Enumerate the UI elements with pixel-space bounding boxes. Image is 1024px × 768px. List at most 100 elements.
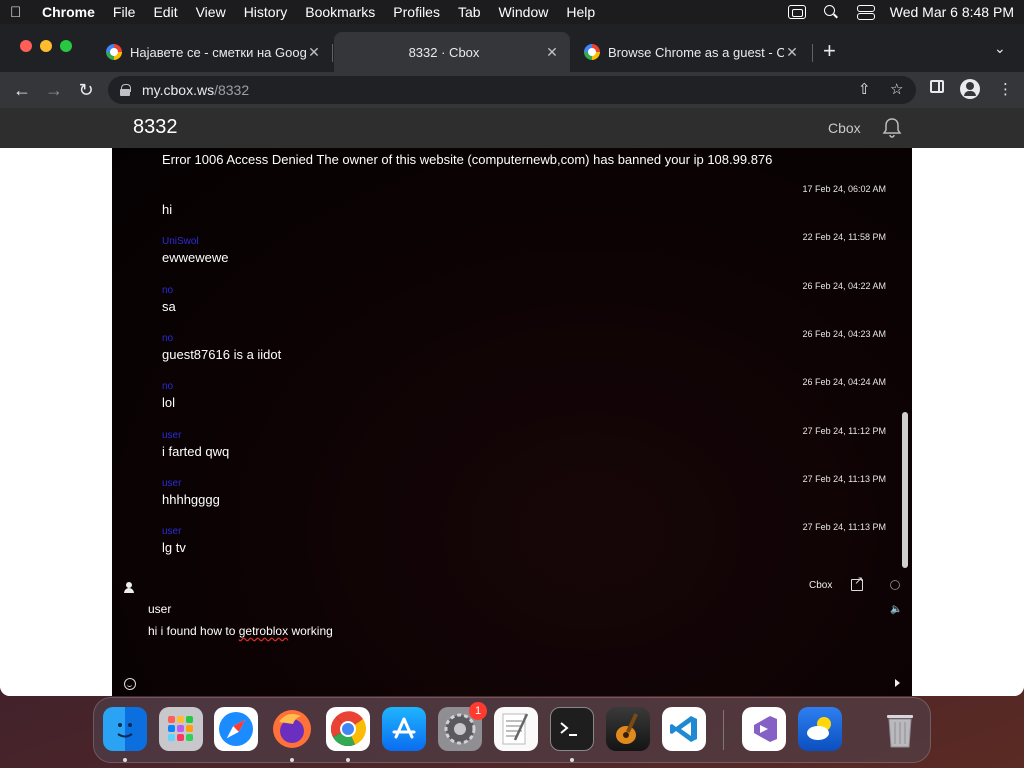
new-tab-button[interactable]: +	[823, 38, 836, 64]
lock-icon[interactable]	[120, 84, 131, 96]
cbox-footer-link[interactable]: Cbox	[809, 580, 832, 591]
bookmark-star-icon[interactable]: ☆	[890, 80, 903, 98]
tab-google-sign-in[interactable]: Најавете се - сметки на Goog ✕	[96, 32, 332, 72]
emoji-icon[interactable]	[124, 678, 136, 690]
list-item: no 26 Feb 24, 04:22 AM sa	[112, 281, 898, 329]
visual-studio-icon[interactable]	[742, 707, 786, 751]
compose-toolbar: Cbox	[112, 574, 912, 600]
finder-icon[interactable]	[103, 707, 147, 751]
vscode-icon[interactable]	[662, 707, 706, 751]
popout-external-icon[interactable]	[851, 574, 863, 591]
side-panel-icon[interactable]	[930, 80, 944, 97]
textedit-icon[interactable]	[494, 707, 538, 751]
close-window-button[interactable]	[20, 40, 32, 52]
notification-badge: 1	[469, 702, 487, 720]
trash-icon[interactable]	[878, 707, 922, 751]
macos-menu-bar:  Chrome File Edit View History Bookmark…	[0, 0, 1024, 24]
menu-bookmarks[interactable]: Bookmarks	[305, 4, 375, 20]
menu-app-name[interactable]: Chrome	[42, 4, 95, 20]
profile-avatar-icon[interactable]	[960, 79, 980, 103]
message-text: ewwewewe	[162, 250, 229, 265]
message-username[interactable]: no	[162, 333, 173, 344]
scrollbar-thumb[interactable]	[902, 412, 908, 568]
tab-close-icon[interactable]: ✕	[784, 44, 800, 61]
chrome-icon[interactable]	[326, 707, 370, 751]
menu-edit[interactable]: Edit	[153, 4, 177, 20]
message-text: i farted qwq	[162, 444, 230, 459]
chat-box: Error 1006 Access Denied The owner of th…	[112, 148, 912, 696]
cbox-brand-link[interactable]: Cbox	[828, 120, 861, 136]
message-username[interactable]: UniSwol	[162, 236, 199, 247]
menu-history[interactable]: History	[244, 4, 288, 20]
list-item: user 27 Feb 24, 11:13 PM hhhhgggg	[112, 474, 898, 522]
running-indicator	[346, 758, 350, 762]
menu-bar-clock[interactable]: Wed Mar 6 8:48 PM	[890, 4, 1014, 20]
apple-menu-icon[interactable]: 	[10, 4, 42, 21]
terminal-icon[interactable]	[550, 707, 594, 751]
misspelled-word: getroblox	[238, 624, 289, 638]
tab-title: Browse Chrome as a guest - Co	[608, 44, 784, 60]
tab-search-chevron-icon[interactable]: ⌄	[994, 40, 1006, 57]
safari-icon[interactable]	[214, 707, 258, 751]
launchpad-icon[interactable]	[159, 707, 203, 751]
message-timestamp: 17 Feb 24, 06:02 AM	[802, 184, 886, 194]
running-indicator	[570, 758, 574, 762]
message-list[interactable]: Error 1006 Access Denied The owner of th…	[112, 148, 898, 572]
garageband-icon[interactable]	[606, 707, 650, 751]
user-profile-icon[interactable]	[124, 582, 134, 593]
tab-title: Најавете се - сметки на Goog	[130, 44, 306, 60]
sound-toggle-icon[interactable]: 🔈	[890, 604, 902, 615]
page-body: Error 1006 Access Denied The owner of th…	[0, 148, 1024, 696]
name-field[interactable]: user	[148, 602, 171, 616]
message-timestamp: 27 Feb 24, 11:12 PM	[802, 426, 886, 436]
google-favicon-icon	[584, 44, 600, 60]
chrome-menu-icon[interactable]: ⋮	[998, 80, 1013, 98]
reload-icon[interactable]: ↻	[74, 80, 98, 101]
app-store-icon[interactable]	[382, 707, 426, 751]
zoom-window-button[interactable]	[60, 40, 72, 52]
message-username[interactable]: user	[162, 430, 181, 441]
menu-bar-status: Wed Mar 6 8:48 PM	[787, 4, 1014, 20]
back-arrow-icon[interactable]: ←	[10, 80, 34, 101]
menu-profiles[interactable]: Profiles	[393, 4, 440, 20]
tab-close-icon[interactable]: ✕	[544, 44, 560, 61]
weather-icon[interactable]	[798, 707, 842, 751]
address-bar[interactable]: my.cbox.ws/8332 ⇧ ☆	[108, 76, 916, 104]
menu-help[interactable]: Help	[566, 4, 595, 20]
list-item: user 27 Feb 24, 11:12 PM i farted qwq	[112, 426, 898, 474]
spotlight-search-icon[interactable]	[822, 5, 840, 19]
menu-view[interactable]: View	[196, 4, 226, 20]
tab-cbox-active[interactable]: 8332 · Cbox ✕	[334, 32, 570, 72]
message-scrollbar[interactable]	[900, 148, 910, 572]
message-timestamp: 26 Feb 24, 04:22 AM	[802, 281, 886, 291]
dock-separator	[723, 710, 724, 750]
message-username[interactable]: user	[162, 478, 181, 489]
message-text: Error 1006 Access Denied The owner of th…	[162, 152, 773, 167]
list-item: UniSwol 22 Feb 24, 11:58 PM ewwewewe	[112, 232, 898, 280]
page-title: 8332	[133, 116, 178, 138]
menu-window[interactable]: Window	[499, 4, 549, 20]
control-center-icon[interactable]	[856, 5, 875, 20]
message-input[interactable]: hi i found how to getroblox working	[148, 624, 333, 638]
message-timestamp: 27 Feb 24, 11:13 PM	[802, 474, 886, 484]
message-username[interactable]: user	[162, 526, 181, 537]
status-circle-icon[interactable]	[890, 580, 900, 590]
google-favicon-icon	[106, 44, 122, 60]
menu-tab[interactable]: Tab	[458, 4, 481, 20]
window-switcher-icon[interactable]	[787, 5, 806, 19]
share-icon[interactable]: ⇧	[858, 80, 871, 98]
menu-file[interactable]: File	[113, 4, 136, 20]
minimize-window-button[interactable]	[40, 40, 52, 52]
notification-bell-icon[interactable]	[880, 116, 904, 140]
forward-arrow-icon[interactable]: →	[42, 80, 66, 101]
message-username[interactable]: no	[162, 381, 173, 392]
url-host: my.cbox.ws	[142, 82, 215, 98]
window-controls	[20, 40, 72, 52]
message-timestamp: 22 Feb 24, 11:58 PM	[802, 232, 886, 242]
message-username[interactable]: no	[162, 285, 173, 296]
send-arrow-icon[interactable]	[895, 679, 900, 687]
message-text: hi	[162, 202, 173, 217]
tab-chrome-guest[interactable]: Browse Chrome as a guest - Co ✕	[574, 32, 810, 72]
tab-close-icon[interactable]: ✕	[306, 44, 322, 61]
firefox-icon[interactable]	[270, 707, 314, 751]
